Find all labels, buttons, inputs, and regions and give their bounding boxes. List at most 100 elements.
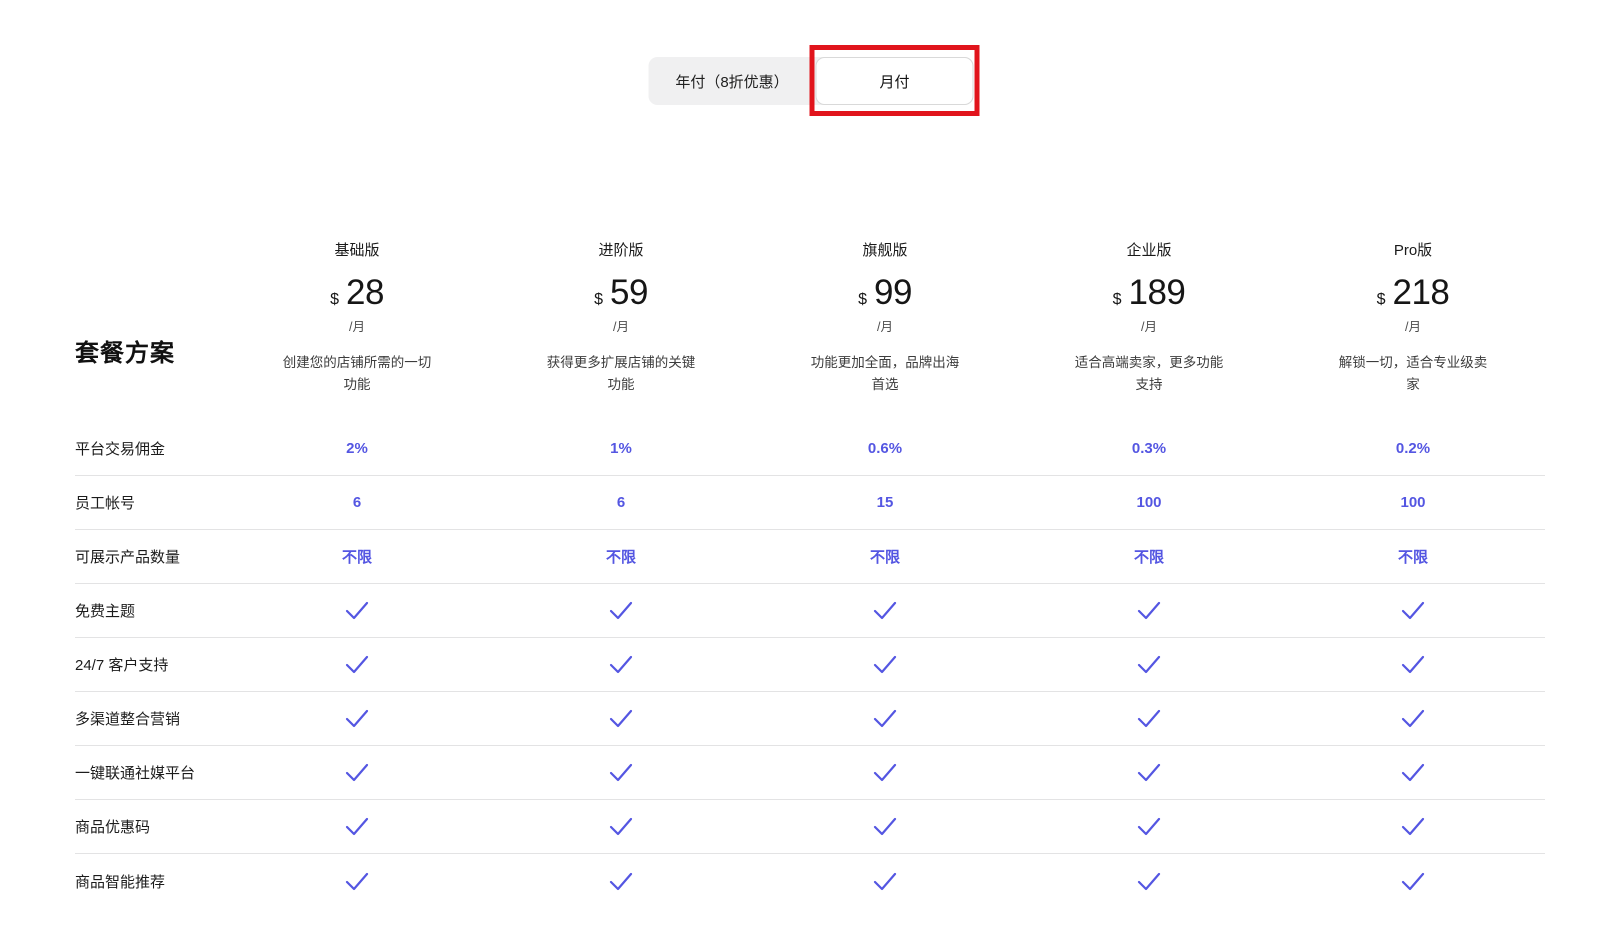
feature-row: 多渠道整合营销 (75, 692, 1545, 746)
monthly-payment-tab[interactable]: 月付 (816, 57, 974, 105)
check-icon (1137, 709, 1161, 728)
plan-description: 适合高端卖家，更多功能支持 (1070, 352, 1228, 395)
plan-price: $28 (330, 273, 384, 313)
check-icon (609, 601, 633, 620)
feature-value: 不限 (489, 546, 753, 567)
feature-value (753, 872, 1017, 891)
check-icon (609, 872, 633, 891)
check-icon (345, 601, 369, 620)
check-icon (1401, 872, 1425, 891)
feature-value: 2% (225, 440, 489, 457)
payment-period-toggle: 年付（8折优惠） 月付 (649, 57, 974, 105)
feature-value (225, 763, 489, 782)
feature-value: 6 (225, 494, 489, 511)
feature-value (1281, 601, 1545, 620)
feature-value: 6 (489, 494, 753, 511)
plan-description: 解锁一切，适合专业级卖家 (1334, 352, 1492, 395)
feature-label: 平台交易佣金 (75, 438, 225, 459)
feature-value (1281, 655, 1545, 674)
plan-currency: $ (330, 291, 339, 309)
plan-price: $218 (1377, 273, 1450, 313)
check-icon (345, 872, 369, 891)
feature-row: 商品智能推荐 (75, 854, 1545, 908)
plan-header: 进阶版$59/月获得更多扩展店铺的关键功能 (489, 230, 753, 422)
feature-value (1017, 655, 1281, 674)
feature-value: 100 (1281, 494, 1545, 511)
feature-value (489, 763, 753, 782)
check-icon (1401, 817, 1425, 836)
feature-value (489, 601, 753, 620)
feature-value (489, 709, 753, 728)
feature-value (753, 655, 1017, 674)
check-icon (873, 872, 897, 891)
feature-row: 24/7 客户支持 (75, 638, 1545, 692)
feature-row: 商品优惠码 (75, 800, 1545, 854)
feature-value: 1% (489, 440, 753, 457)
monthly-payment-label: 月付 (879, 71, 909, 92)
feature-row: 员工帐号6615100100 (75, 476, 1545, 530)
plan-amount: 28 (346, 273, 384, 313)
annual-payment-tab[interactable]: 年付（8折优惠） (649, 57, 816, 105)
pricing-page: 年付（8折优惠） 月付 套餐方案 基础版$28/月创建您的店铺所需的一切功能进阶… (0, 0, 1622, 942)
check-icon (1137, 872, 1161, 891)
plan-period: /月 (349, 316, 365, 335)
check-icon (1137, 601, 1161, 620)
check-icon (1401, 763, 1425, 782)
check-icon (609, 763, 633, 782)
plan-price: $189 (1113, 273, 1186, 313)
plan-price: $59 (594, 273, 648, 313)
feature-value: 100 (1017, 494, 1281, 511)
check-icon (1137, 763, 1161, 782)
check-icon (1137, 655, 1161, 674)
feature-value (753, 601, 1017, 620)
plan-header: 企业版$189/月适合高端卖家，更多功能支持 (1017, 230, 1281, 422)
feature-value: 不限 (1017, 546, 1281, 567)
plan-amount: 218 (1393, 273, 1450, 313)
feature-value (1017, 872, 1281, 891)
plan-description: 功能更加全面，品牌出海首选 (806, 352, 964, 395)
features-table: 平台交易佣金2%1%0.6%0.3%0.2%员工帐号6615100100 可展示产… (75, 422, 1545, 908)
feature-value (489, 655, 753, 674)
feature-label: 24/7 客户支持 (75, 654, 225, 675)
feature-label: 可展示产品数量 (75, 546, 225, 567)
feature-value (1281, 872, 1545, 891)
feature-value (225, 817, 489, 836)
plans-title: 套餐方案 (75, 333, 175, 368)
pricing-table: 套餐方案 基础版$28/月创建您的店铺所需的一切功能进阶版$59/月获得更多扩展… (75, 230, 1545, 908)
feature-value (489, 872, 753, 891)
feature-value (225, 655, 489, 674)
feature-value (1017, 709, 1281, 728)
feature-value: 不限 (225, 546, 489, 567)
feature-value: 15 (753, 494, 1017, 511)
check-icon (609, 709, 633, 728)
check-icon (345, 763, 369, 782)
check-icon (345, 817, 369, 836)
plan-description: 创建您的店铺所需的一切功能 (278, 352, 436, 395)
plan-description: 获得更多扩展店铺的关键功能 (542, 352, 700, 395)
check-icon (1401, 709, 1425, 728)
feature-row: 一键联通社媒平台 (75, 746, 1545, 800)
feature-value (753, 709, 1017, 728)
feature-label: 免费主题 (75, 600, 225, 621)
feature-value (489, 817, 753, 836)
plan-amount: 189 (1129, 273, 1186, 313)
plan-name: 进阶版 (598, 239, 643, 260)
plan-name: 企业版 (1126, 239, 1171, 260)
plan-price: $99 (858, 273, 912, 313)
feature-row: 平台交易佣金2%1%0.6%0.3%0.2% (75, 422, 1545, 476)
feature-value (225, 872, 489, 891)
feature-value: 不限 (753, 546, 1017, 567)
check-icon (1137, 817, 1161, 836)
check-icon (873, 763, 897, 782)
feature-value: 0.6% (753, 440, 1017, 457)
plan-currency: $ (1377, 291, 1386, 309)
feature-value (1281, 817, 1545, 836)
feature-value: 不限 (1281, 546, 1545, 567)
check-icon (873, 709, 897, 728)
check-icon (873, 817, 897, 836)
plan-currency: $ (594, 291, 603, 309)
plan-period: /月 (1405, 316, 1421, 335)
feature-value: 0.2% (1281, 440, 1545, 457)
check-icon (1401, 601, 1425, 620)
check-icon (873, 601, 897, 620)
